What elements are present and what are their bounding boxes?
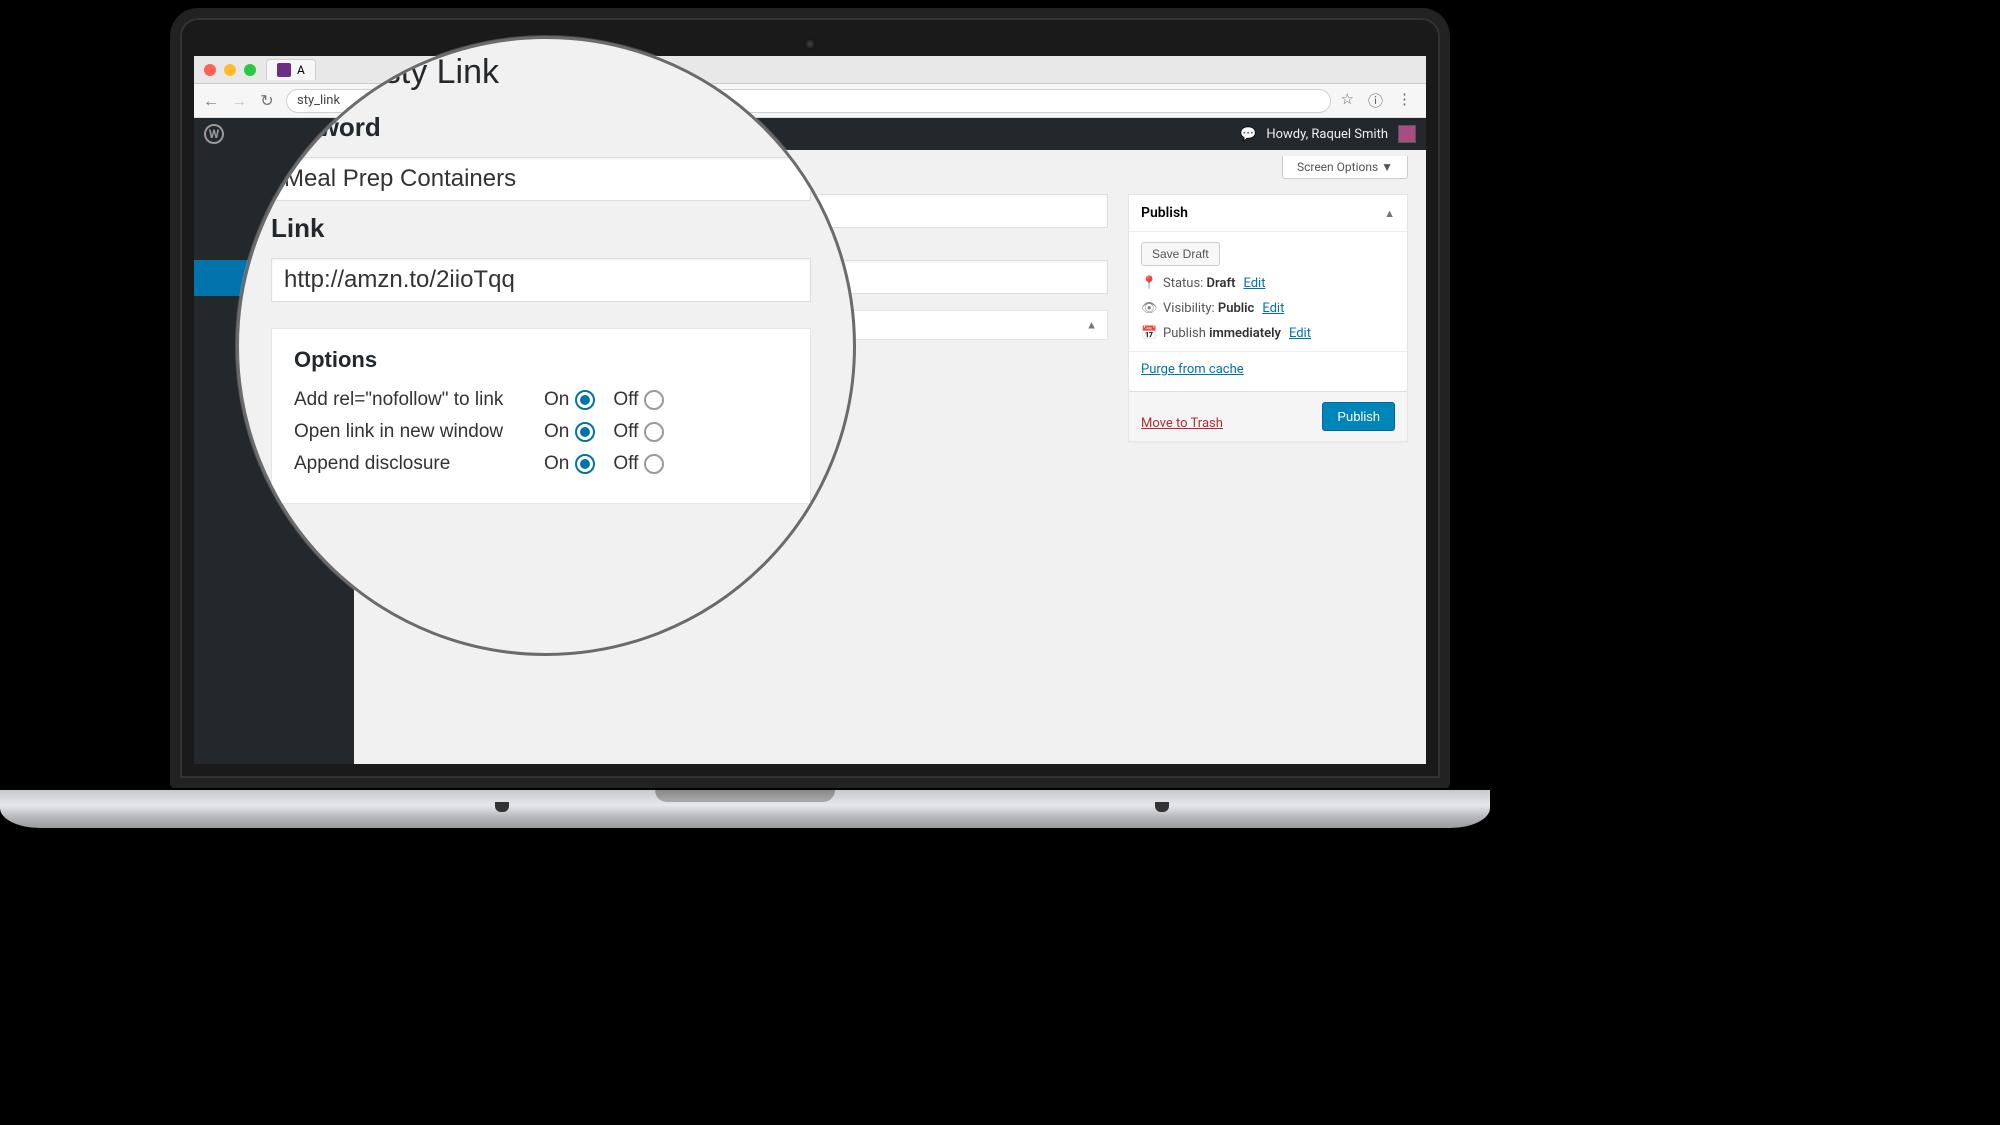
star-icon[interactable]: ☆ bbox=[1341, 90, 1354, 111]
keyword-label: Keyword bbox=[271, 112, 821, 143]
publish-box: Publish ▲ Save Draft 📍 Status: Draft bbox=[1128, 194, 1408, 442]
screen-options-toggle[interactable]: Screen Options ▼ bbox=[1282, 156, 1408, 179]
browser-tab[interactable]: A bbox=[266, 59, 316, 80]
avatar bbox=[1398, 125, 1416, 143]
option-disclosure-label: Append disclosure bbox=[294, 453, 544, 475]
howdy-text: Howdy, Raquel Smith bbox=[1266, 127, 1388, 142]
radio-nofollow-off[interactable] bbox=[644, 390, 664, 410]
chevron-up-icon[interactable]: ▲ bbox=[1086, 319, 1097, 332]
publish-box-header: Publish ▲ bbox=[1129, 195, 1407, 232]
option-newwindow-row: Open link in new window On Off bbox=[294, 421, 788, 443]
toolbar-icons: ☆ ⓘ ⋮ bbox=[1341, 90, 1418, 111]
pin-icon: 📍 bbox=[1141, 276, 1155, 291]
edit-status-link[interactable]: Edit bbox=[1243, 276, 1265, 291]
options-panel: Options Add rel="nofollow" to link On Of… bbox=[271, 328, 811, 504]
maximize-icon[interactable] bbox=[244, 64, 256, 76]
link-label: Link bbox=[271, 213, 821, 244]
visibility-label: Visibility: Public bbox=[1163, 301, 1254, 316]
traffic-lights bbox=[204, 64, 256, 76]
reload-button[interactable]: ↻ bbox=[258, 92, 276, 110]
option-newwindow-label: Open link in new window bbox=[294, 421, 544, 443]
wordpress-logo-icon[interactable]: W bbox=[204, 124, 224, 144]
url-text: sty_link bbox=[297, 93, 340, 108]
camera-icon bbox=[804, 38, 816, 50]
options-heading: Options bbox=[294, 347, 788, 373]
radio-disclosure-off[interactable] bbox=[644, 454, 664, 474]
menu-icon[interactable]: ⋮ bbox=[1397, 90, 1412, 111]
purge-cache-link[interactable]: Purge from cache bbox=[1141, 362, 1395, 377]
window-chrome: A bbox=[194, 56, 1426, 84]
status-label: Status: Draft bbox=[1163, 276, 1235, 291]
save-draft-button[interactable]: Save Draft bbox=[1141, 242, 1220, 266]
move-to-trash-link[interactable]: Move to Trash bbox=[1141, 416, 1223, 431]
close-icon[interactable] bbox=[204, 64, 216, 76]
publish-date-label: Publish immediately bbox=[1163, 326, 1281, 341]
eye-icon: 👁 bbox=[1141, 301, 1155, 316]
laptop-notch bbox=[655, 790, 835, 802]
radio-newwindow-off[interactable] bbox=[644, 422, 664, 442]
radio-newwindow-on[interactable] bbox=[575, 422, 595, 442]
link-input[interactable]: http://amzn.to/2iioTqq bbox=[271, 258, 811, 302]
favicon-icon bbox=[277, 63, 291, 77]
publish-heading: Publish bbox=[1141, 205, 1188, 221]
radio-disclosure-on[interactable] bbox=[575, 454, 595, 474]
option-disclosure-row: Append disclosure On Off bbox=[294, 453, 788, 475]
howdy[interactable]: 💬 Howdy, Raquel Smith bbox=[1240, 125, 1416, 143]
laptop-base bbox=[0, 790, 1490, 828]
calendar-icon: 📅 bbox=[1141, 326, 1155, 341]
edit-visibility-link[interactable]: Edit bbox=[1262, 301, 1284, 316]
publish-button[interactable]: Publish bbox=[1322, 402, 1395, 431]
option-nofollow-label: Add rel="nofollow" to link bbox=[294, 389, 544, 411]
edit-date-link[interactable]: Edit bbox=[1289, 326, 1311, 341]
back-button[interactable]: ← bbox=[202, 92, 220, 110]
sidebar-column: Publish ▲ Save Draft 📍 Status: Draft bbox=[1128, 194, 1408, 442]
laptop-foot bbox=[495, 802, 509, 812]
comment-icon[interactable]: 💬 bbox=[1240, 127, 1256, 142]
link-value: http://amzn.to/2iioTqq bbox=[284, 266, 515, 294]
minimize-icon[interactable] bbox=[224, 64, 236, 76]
tab-title: A bbox=[297, 63, 305, 77]
radio-nofollow-on[interactable] bbox=[575, 390, 595, 410]
info-icon[interactable]: ⓘ bbox=[1368, 90, 1383, 111]
keyword-input[interactable]: Meal Prep Containers bbox=[271, 157, 811, 201]
option-nofollow-row: Add rel="nofollow" to link On Off bbox=[294, 389, 788, 411]
chevron-up-icon[interactable]: ▲ bbox=[1384, 207, 1395, 220]
forward-button[interactable]: → bbox=[230, 92, 248, 110]
laptop-foot bbox=[1155, 802, 1169, 812]
zoom-lens: New Tasty Link Keyword Meal Prep Contain… bbox=[236, 36, 856, 656]
keyword-value: Meal Prep Containers bbox=[284, 165, 516, 193]
